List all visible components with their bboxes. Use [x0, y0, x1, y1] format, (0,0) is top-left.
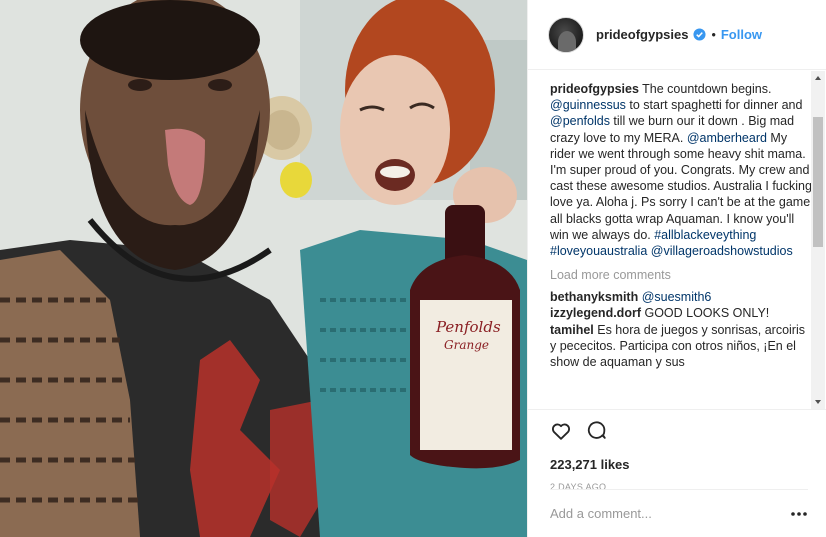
- caption-text: The countdown begins.: [638, 82, 772, 96]
- action-icons: [550, 420, 826, 444]
- comment-text: GOOD LOOKS ONLY!: [644, 306, 770, 321]
- follow-button[interactable]: Follow: [721, 27, 762, 42]
- likes-count[interactable]: 223,271 likes: [550, 457, 826, 472]
- post-actions: 223,271 likes 2 DAYS AGO: [528, 409, 826, 492]
- caption-username[interactable]: prideofgypsies: [550, 82, 639, 96]
- more-options-icon[interactable]: [790, 511, 808, 517]
- scroll-up-arrow-icon[interactable]: [811, 71, 825, 85]
- post-header: prideofgypsies • Follow: [528, 0, 826, 70]
- comment-bubble-icon[interactable]: [586, 420, 608, 442]
- bottle-label-brand: Penfolds: [436, 318, 501, 336]
- mention-link[interactable]: @amberheard: [687, 131, 767, 145]
- hashtag-link[interactable]: #allblackeveything: [654, 228, 756, 242]
- comment-item: tamihel Es hora de juegos y sonrisas, ar…: [550, 322, 813, 371]
- verified-badge-icon: [693, 28, 707, 41]
- caption-text: My rider we went through some heavy shit…: [550, 130, 812, 242]
- post-side-panel: prideofgypsies • Follow prideofgypsies T…: [527, 0, 826, 537]
- bottle-label-name: Grange: [444, 338, 489, 352]
- comment-username[interactable]: tamihel: [550, 323, 594, 337]
- comment-item: izzylegend.dorf GOOD LOOKS ONLY!: [550, 305, 813, 321]
- caption: prideofgypsies The countdown begins. @gu…: [550, 81, 813, 259]
- instagram-post: Penfolds Grange prideofgypsies • Follow …: [0, 0, 826, 537]
- post-photo[interactable]: Penfolds Grange: [0, 0, 527, 537]
- header-separator: •: [711, 27, 716, 42]
- mention-link[interactable]: @guinnessus: [550, 98, 626, 112]
- hashtag-link[interactable]: #loveyouaustralia: [550, 244, 647, 258]
- avatar[interactable]: [548, 16, 584, 53]
- comment-input[interactable]: [550, 506, 790, 521]
- comment-username[interactable]: izzylegend.dorf: [550, 306, 641, 320]
- comment-item: bethanyksmith @suesmith6: [550, 289, 813, 305]
- caption-text: to start spaghetti for dinner and: [625, 98, 803, 113]
- mention-link[interactable]: @penfolds: [550, 114, 610, 128]
- photo-illustration: [0, 0, 527, 537]
- comment-username[interactable]: bethanyksmith: [550, 290, 638, 304]
- comments-scrollbar[interactable]: [811, 71, 825, 409]
- add-comment-bar: [550, 489, 808, 537]
- mention-link[interactable]: @villageroadshowstudios: [651, 244, 793, 258]
- scrollbar-thumb[interactable]: [813, 117, 823, 247]
- scroll-down-arrow-icon[interactable]: [811, 395, 825, 409]
- header-username[interactable]: prideofgypsies: [596, 27, 688, 42]
- load-more-comments-button[interactable]: Load more comments: [550, 267, 813, 283]
- comment-text[interactable]: @suesmith6: [642, 290, 712, 304]
- comments-list[interactable]: prideofgypsies The countdown begins. @gu…: [528, 71, 826, 409]
- heart-icon[interactable]: [550, 420, 572, 442]
